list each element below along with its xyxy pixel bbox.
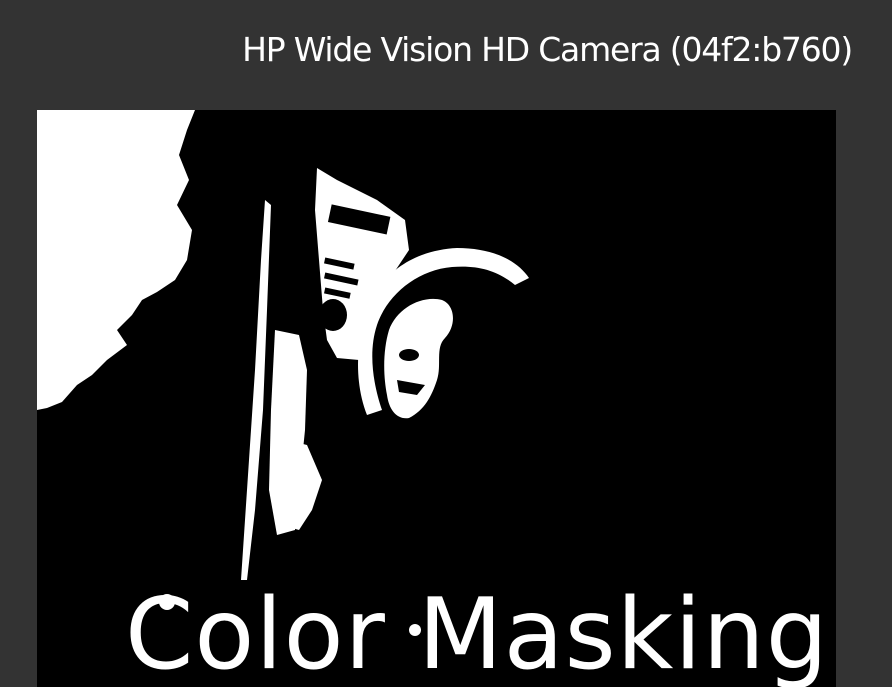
color-masking-label: Color Masking [125, 578, 829, 687]
mask-region-left [37, 110, 195, 410]
camera-title: HP Wide Vision HD Camera (04f2:b760) [242, 30, 853, 69]
camera-window: HP Wide Vision HD Camera (04f2:b760) Col… [0, 0, 892, 687]
mask-region-pole [241, 200, 271, 580]
mask-region-face [384, 298, 453, 419]
video-feed: Color Masking [37, 110, 836, 687]
